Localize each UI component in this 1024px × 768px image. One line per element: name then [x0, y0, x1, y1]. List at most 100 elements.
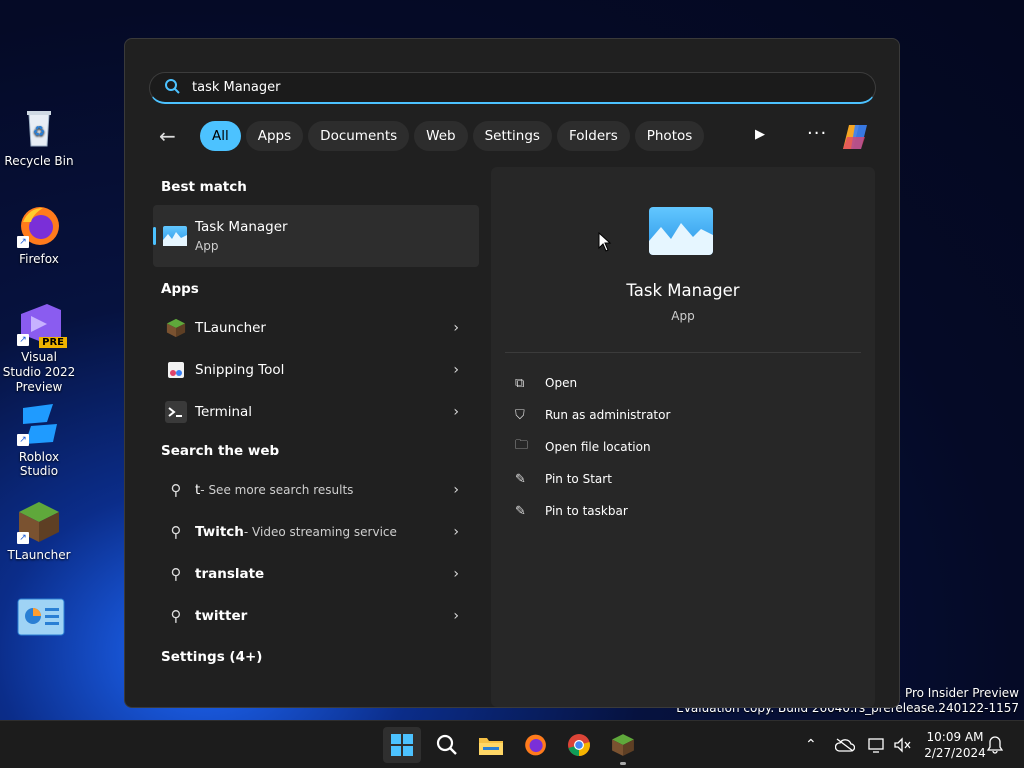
desktop-icon-tlauncher[interactable]: ↗ TLauncher [1, 500, 77, 562]
desktop-icon-visual-studio[interactable]: PRE ↗ Visual Studio 2022 Preview [1, 302, 77, 395]
desktop-icon-recycle-bin[interactable]: ♻ Recycle Bin [1, 106, 77, 168]
chevron-up-icon[interactable]: ⌃ [805, 721, 817, 768]
firefox-icon [525, 734, 546, 756]
chevron-right-icon[interactable]: › [453, 524, 459, 540]
mouse-cursor [598, 231, 612, 256]
taskbar-chrome[interactable] [560, 727, 598, 763]
chevron-right-icon[interactable]: › [453, 482, 459, 498]
taskbar-file-explorer[interactable] [472, 727, 510, 763]
volume-muted-icon[interactable] [893, 721, 911, 768]
shortcut-arrow-icon: ↗ [17, 334, 29, 346]
detail-actions: ⧉ Open ⛉ Run as administrator 🗀 Open file l… [515, 367, 670, 527]
action-label: Run as administrator [545, 408, 671, 422]
open-icon: ⧉ [515, 375, 525, 391]
onedrive-icon[interactable] [835, 721, 855, 768]
clock[interactable]: 10:09 AM 2/27/2024 [920, 729, 990, 761]
app-result-tlauncher[interactable]: TLauncher › [153, 307, 479, 349]
shortcut-arrow-icon: ↗ [17, 236, 29, 248]
running-indicator [620, 762, 626, 765]
desktop-icon-label: TLauncher [7, 548, 71, 562]
action-open[interactable]: ⧉ Open [515, 367, 670, 399]
action-pin-to-taskbar[interactable]: ✎ Pin to taskbar [515, 495, 670, 527]
app-result-label: Terminal [195, 404, 253, 420]
taskbar-tlauncher[interactable] [604, 727, 642, 765]
action-label: Open file location [545, 440, 651, 454]
chrome-icon [568, 734, 590, 756]
search-icon: ⚲ [170, 523, 182, 541]
desktop-icon-control-panel[interactable] [1, 598, 77, 646]
shortcut-arrow-icon: ↗ [17, 434, 29, 446]
network-icon[interactable] [868, 721, 886, 768]
pin-icon: ✎ [515, 503, 526, 519]
web-result-twitch[interactable]: ⚲ Twitch - Video streaming service › [153, 511, 479, 553]
filter-web[interactable]: Web [414, 121, 468, 151]
settings-header[interactable]: Settings (4+) [153, 639, 479, 675]
apps-header: Apps [161, 281, 199, 297]
web-result-label: translate [195, 566, 265, 582]
detail-subtitle: App [671, 309, 695, 323]
action-run-as-admin[interactable]: ⛉ Run as administrator [515, 399, 670, 431]
search-web-header: Search the web [161, 443, 280, 459]
shortcut-arrow-icon: ↗ [17, 532, 29, 544]
chevron-right-icon[interactable]: › [453, 566, 459, 582]
action-label: Open [545, 376, 578, 390]
tlauncher-icon: ↗ [17, 500, 61, 544]
best-match-header: Best match [161, 179, 247, 195]
desktop-icon-roblox-studio[interactable]: ↗ Roblox Studio [1, 402, 77, 478]
app-result-label: Snipping Tool [195, 362, 285, 378]
divider [505, 352, 861, 353]
results-list: Best match Task Manager App Apps TLaunch… [153, 169, 479, 675]
chevron-right-icon[interactable]: › [453, 404, 459, 420]
filter-documents[interactable]: Documents [308, 121, 410, 151]
chevron-right-icon[interactable]: › [453, 320, 459, 336]
detail-title: Task Manager [626, 281, 740, 300]
web-result-translate[interactable]: ⚲ translate › [153, 553, 479, 595]
start-search-panel: ← All Apps Documents Web Settings Folder… [124, 38, 900, 708]
chevron-right-icon[interactable]: › [453, 608, 459, 624]
web-result-twitter[interactable]: ⚲ twitter › [153, 595, 479, 637]
tlauncher-icon [612, 734, 634, 756]
search-box[interactable] [149, 72, 876, 104]
back-arrow-icon[interactable]: ← [159, 124, 195, 148]
desktop-icon-label: Visual Studio 2022 Preview [2, 350, 76, 394]
notification-bell-icon[interactable] [987, 721, 1003, 768]
roblox-studio-icon: ↗ [17, 402, 61, 446]
terminal-icon [165, 401, 187, 423]
snipping-tool-icon [165, 359, 187, 381]
taskbar: ⌃ 10:09 AM 2/27/2024 [0, 720, 1024, 768]
svg-text:♻: ♻ [33, 124, 46, 140]
filter-apps[interactable]: Apps [245, 121, 304, 151]
app-result-terminal[interactable]: Terminal › [153, 391, 479, 433]
search-input[interactable] [192, 80, 792, 95]
tlauncher-icon [165, 317, 187, 339]
web-result-t[interactable]: ⚲ t - See more search results › [153, 469, 479, 511]
task-manager-icon [649, 207, 713, 255]
visual-studio-icon: PRE ↗ [17, 302, 67, 348]
filter-bar: ← All Apps Documents Web Settings Folder… [159, 121, 705, 151]
task-manager-icon [163, 226, 187, 246]
chevron-right-icon[interactable]: › [453, 362, 459, 378]
best-match-title: Task Manager [195, 219, 288, 235]
clock-time: 10:09 AM [926, 730, 984, 744]
action-label: Pin to Start [545, 472, 612, 486]
filter-all[interactable]: All [200, 121, 241, 151]
filter-settings[interactable]: Settings [472, 121, 552, 151]
start-button[interactable] [383, 727, 421, 763]
desktop-icon-firefox[interactable]: ↗ Firefox [1, 204, 77, 266]
filter-photos[interactable]: Photos [634, 121, 705, 151]
copilot-icon[interactable] [839, 123, 871, 151]
more-options-icon[interactable]: ··· [807, 123, 827, 144]
search-icon: ⚲ [170, 481, 182, 499]
pin-icon: ✎ [515, 471, 526, 487]
taskbar-firefox[interactable] [516, 727, 554, 763]
detail-pane: Task Manager App ⧉ Open ⛉ Run as administr… [491, 167, 875, 707]
taskbar-search-button[interactable] [428, 727, 466, 763]
action-pin-to-start[interactable]: ✎ Pin to Start [515, 463, 670, 495]
web-result-label: Twitch [195, 524, 244, 540]
action-open-file-location[interactable]: 🗀 Open file location [515, 431, 670, 463]
app-result-snipping-tool[interactable]: Snipping Tool › [153, 349, 479, 391]
play-filters-icon[interactable]: ▶ [755, 127, 765, 142]
best-match-item[interactable]: Task Manager App [153, 205, 479, 267]
filter-folders[interactable]: Folders [556, 121, 630, 151]
clock-date: 2/27/2024 [924, 746, 986, 760]
